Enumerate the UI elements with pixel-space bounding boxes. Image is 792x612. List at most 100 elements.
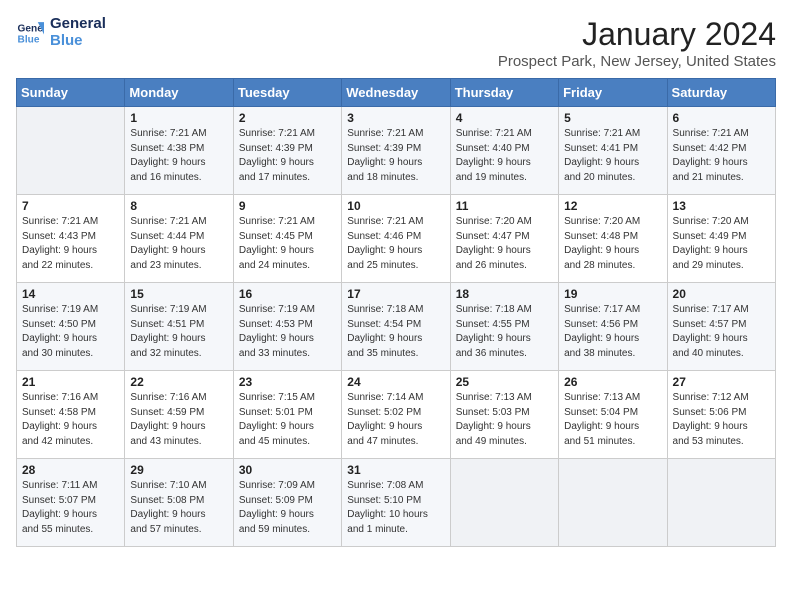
day-info: Sunrise: 7:13 AM Sunset: 5:03 PM Dayligh… [456,391,553,449]
calendar-week-row: 28 Sunrise: 7:11 AM Sunset: 5:07 PM Dayli… [17,459,776,547]
day-number: 11 [456,199,553,213]
weekday-header-thursday: Thursday [450,79,558,107]
day-info: Sunrise: 7:16 AM Sunset: 4:59 PM Dayligh… [130,391,227,449]
calendar-cell: 12 Sunrise: 7:20 AM Sunset: 4:48 PM Dayli… [559,195,667,283]
day-number: 27 [673,375,770,389]
day-number: 5 [564,111,661,125]
day-info: Sunrise: 7:20 AM Sunset: 4:48 PM Dayligh… [564,215,661,273]
calendar-cell: 6 Sunrise: 7:21 AM Sunset: 4:42 PM Daylig… [667,107,775,195]
day-info: Sunrise: 7:21 AM Sunset: 4:40 PM Dayligh… [456,127,553,185]
day-info: Sunrise: 7:09 AM Sunset: 5:09 PM Dayligh… [239,479,336,537]
calendar-table: SundayMondayTuesdayWednesdayThursdayFrid… [16,78,776,547]
calendar-cell: 11 Sunrise: 7:20 AM Sunset: 4:47 PM Dayli… [450,195,558,283]
calendar-cell [667,459,775,547]
day-info: Sunrise: 7:19 AM Sunset: 4:51 PM Dayligh… [130,303,227,361]
weekday-header-wednesday: Wednesday [342,79,450,107]
calendar-cell: 17 Sunrise: 7:18 AM Sunset: 4:54 PM Dayli… [342,283,450,371]
calendar-cell: 8Sunrise: 7:21 AM Sunset: 4:44 PM Daylig… [125,195,233,283]
calendar-cell [17,107,125,195]
day-info: Sunrise: 7:13 AM Sunset: 5:04 PM Dayligh… [564,391,661,449]
weekday-header-tuesday: Tuesday [233,79,341,107]
calendar-cell: 28 Sunrise: 7:11 AM Sunset: 5:07 PM Dayli… [17,459,125,547]
weekday-header-monday: Monday [125,79,233,107]
day-info: Sunrise: 7:19 AM Sunset: 4:50 PM Dayligh… [22,303,119,361]
day-number: 7 [22,199,119,213]
logo-icon: General Blue [16,19,44,47]
calendar-header-row: SundayMondayTuesdayWednesdayThursdayFrid… [17,79,776,107]
day-info: Sunrise: 7:17 AM Sunset: 4:57 PM Dayligh… [673,303,770,361]
calendar-week-row: 21 Sunrise: 7:16 AM Sunset: 4:58 PM Dayli… [17,371,776,459]
day-info: Sunrise: 7:18 AM Sunset: 4:54 PM Dayligh… [347,303,444,361]
calendar-cell: 15 Sunrise: 7:19 AM Sunset: 4:51 PM Dayli… [125,283,233,371]
day-number: 29 [130,463,227,477]
calendar-cell: 14Sunrise: 7:19 AM Sunset: 4:50 PM Dayli… [17,283,125,371]
calendar-cell: 21 Sunrise: 7:16 AM Sunset: 4:58 PM Dayli… [17,371,125,459]
day-number: 22 [130,375,227,389]
calendar-week-row: 1Sunrise: 7:21 AM Sunset: 4:38 PM Daylig… [17,107,776,195]
calendar-cell: 1Sunrise: 7:21 AM Sunset: 4:38 PM Daylig… [125,107,233,195]
day-number: 12 [564,199,661,213]
calendar-cell: 10Sunrise: 7:21 AM Sunset: 4:46 PM Dayli… [342,195,450,283]
calendar-cell: 13Sunrise: 7:20 AM Sunset: 4:49 PM Dayli… [667,195,775,283]
day-info: Sunrise: 7:14 AM Sunset: 5:02 PM Dayligh… [347,391,444,449]
location-title: Prospect Park, New Jersey, United States [498,53,776,70]
day-number: 13 [673,199,770,213]
calendar-body: 1Sunrise: 7:21 AM Sunset: 4:38 PM Daylig… [17,107,776,547]
day-number: 20 [673,287,770,301]
day-info: Sunrise: 7:21 AM Sunset: 4:42 PM Dayligh… [673,127,770,185]
day-number: 15 [130,287,227,301]
day-number: 26 [564,375,661,389]
day-number: 16 [239,287,336,301]
day-number: 23 [239,375,336,389]
logo: General Blue General Blue [16,16,106,49]
calendar-cell: 18 Sunrise: 7:18 AM Sunset: 4:55 PM Dayli… [450,283,558,371]
day-info: Sunrise: 7:15 AM Sunset: 5:01 PM Dayligh… [239,391,336,449]
day-info: Sunrise: 7:08 AM Sunset: 5:10 PM Dayligh… [347,479,444,537]
day-number: 28 [22,463,119,477]
day-number: 18 [456,287,553,301]
day-info: Sunrise: 7:21 AM Sunset: 4:38 PM Dayligh… [130,127,227,185]
calendar-cell: 31 Sunrise: 7:08 AM Sunset: 5:10 PM Dayli… [342,459,450,547]
svg-text:Blue: Blue [18,34,40,45]
day-info: Sunrise: 7:21 AM Sunset: 4:43 PM Dayligh… [22,215,119,273]
calendar-cell: 5 Sunrise: 7:21 AM Sunset: 4:41 PM Daylig… [559,107,667,195]
day-info: Sunrise: 7:17 AM Sunset: 4:56 PM Dayligh… [564,303,661,361]
day-number: 19 [564,287,661,301]
day-info: Sunrise: 7:18 AM Sunset: 4:55 PM Dayligh… [456,303,553,361]
calendar-cell: 25 Sunrise: 7:13 AM Sunset: 5:03 PM Dayli… [450,371,558,459]
calendar-week-row: 14Sunrise: 7:19 AM Sunset: 4:50 PM Dayli… [17,283,776,371]
day-info: Sunrise: 7:11 AM Sunset: 5:07 PM Dayligh… [22,479,119,537]
day-info: Sunrise: 7:16 AM Sunset: 4:58 PM Dayligh… [22,391,119,449]
day-number: 6 [673,111,770,125]
calendar-cell [559,459,667,547]
calendar-cell: 20 Sunrise: 7:17 AM Sunset: 4:57 PM Dayli… [667,283,775,371]
calendar-cell: 3Sunrise: 7:21 AM Sunset: 4:39 PM Daylig… [342,107,450,195]
day-number: 24 [347,375,444,389]
day-number: 25 [456,375,553,389]
day-info: Sunrise: 7:19 AM Sunset: 4:53 PM Dayligh… [239,303,336,361]
calendar-cell: 26 Sunrise: 7:13 AM Sunset: 5:04 PM Dayli… [559,371,667,459]
day-number: 21 [22,375,119,389]
calendar-cell: 7 Sunrise: 7:21 AM Sunset: 4:43 PM Daylig… [17,195,125,283]
logo-general: General [50,16,106,33]
calendar-cell: 29 Sunrise: 7:10 AM Sunset: 5:08 PM Dayli… [125,459,233,547]
calendar-cell: 16 Sunrise: 7:19 AM Sunset: 4:53 PM Dayli… [233,283,341,371]
calendar-cell: 22 Sunrise: 7:16 AM Sunset: 4:59 PM Dayli… [125,371,233,459]
page-header: General Blue General Blue January 2024 P… [16,16,776,70]
day-info: Sunrise: 7:21 AM Sunset: 4:46 PM Dayligh… [347,215,444,273]
day-info: Sunrise: 7:20 AM Sunset: 4:47 PM Dayligh… [456,215,553,273]
calendar-week-row: 7 Sunrise: 7:21 AM Sunset: 4:43 PM Daylig… [17,195,776,283]
day-number: 4 [456,111,553,125]
day-info: Sunrise: 7:21 AM Sunset: 4:41 PM Dayligh… [564,127,661,185]
month-title: January 2024 [498,16,776,53]
calendar-cell: 30Sunrise: 7:09 AM Sunset: 5:09 PM Dayli… [233,459,341,547]
day-number: 17 [347,287,444,301]
day-info: Sunrise: 7:21 AM Sunset: 4:44 PM Dayligh… [130,215,227,273]
day-info: Sunrise: 7:10 AM Sunset: 5:08 PM Dayligh… [130,479,227,537]
day-number: 31 [347,463,444,477]
calendar-cell: 19 Sunrise: 7:17 AM Sunset: 4:56 PM Dayli… [559,283,667,371]
day-info: Sunrise: 7:21 AM Sunset: 4:39 PM Dayligh… [239,127,336,185]
day-info: Sunrise: 7:12 AM Sunset: 5:06 PM Dayligh… [673,391,770,449]
calendar-cell [450,459,558,547]
day-info: Sunrise: 7:21 AM Sunset: 4:45 PM Dayligh… [239,215,336,273]
